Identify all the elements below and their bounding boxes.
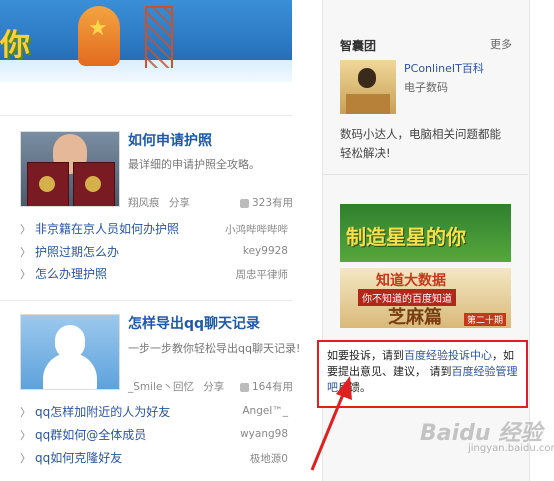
annotation-arrow-icon — [310, 376, 352, 471]
ad-title: 芝麻篇 — [388, 307, 442, 328]
related-author[interactable]: Angel™_ — [210, 405, 288, 417]
related-link[interactable]: 〉非京籍在京人员如何办护照 — [20, 220, 179, 237]
team-title: 智囊团 — [340, 39, 377, 53]
more-link[interactable]: 更多 — [490, 36, 512, 52]
chevron-right-icon: 〉 — [20, 452, 31, 465]
ad-issue: 第二十期 — [464, 313, 507, 326]
avatar-person — [358, 68, 376, 88]
avatar-desk — [346, 94, 390, 114]
divider — [0, 115, 292, 116]
card-meta: 翔风痕 分享 — [128, 195, 190, 210]
chevron-right-icon: 〉 — [20, 246, 31, 259]
share-link[interactable]: 分享 — [203, 381, 224, 393]
related-link[interactable]: 〉护照过期怎么办 — [20, 243, 119, 260]
card-title-link[interactable]: 怎样导出qq聊天记录 — [128, 313, 260, 333]
complaint-center-link[interactable]: 百度经验投诉中心 — [404, 349, 492, 362]
qq-body-icon — [43, 353, 97, 389]
emblem-icon — [85, 176, 101, 192]
card-meta: _Smile丶回忆 分享 — [128, 379, 224, 394]
card-thumbnail[interactable] — [20, 314, 120, 390]
chevron-right-icon: 〉 — [20, 429, 31, 442]
useful-count[interactable]: 323有用 — [240, 195, 293, 210]
related-author[interactable]: 小鸿哔哔哔哔 — [210, 222, 288, 237]
banner-ad[interactable]: ★ 你 — [0, 0, 292, 82]
related-link[interactable]: 〉 qq如何克隆好友 — [20, 449, 122, 466]
banner-text: 你 — [0, 28, 30, 63]
divider — [0, 300, 292, 301]
team-avatar[interactable] — [340, 60, 396, 114]
star-icon: ★ — [88, 16, 108, 41]
related-link[interactable]: 〉 qq群如何@全体成员 — [20, 426, 146, 443]
chevron-right-icon: 〉 — [20, 223, 31, 236]
related-author[interactable]: wyang98 — [210, 428, 288, 440]
related-author[interactable]: key9928 — [210, 245, 288, 257]
team-name-link[interactable]: PConlineIT百科 — [404, 60, 484, 76]
watermark-url: jingyan.baidu.com — [468, 443, 554, 454]
card-description: 最详细的申请护照全攻略。 — [128, 158, 260, 171]
card-description: 一步一步教你轻松导出qq聊天记录! — [128, 342, 301, 355]
team-category: 电子数码 — [404, 81, 448, 94]
related-link[interactable]: 〉 qq怎样加附近的人为好友 — [20, 403, 170, 420]
chevron-right-icon: 〉 — [20, 406, 31, 419]
useful-count[interactable]: 164有用 — [240, 379, 293, 394]
chevron-right-icon: 〉 — [20, 268, 31, 281]
card-thumbnail[interactable] — [20, 131, 120, 207]
ad-text: 制造星星的你 — [346, 225, 466, 249]
related-author[interactable]: 周忠平律师 — [210, 267, 289, 282]
related-link[interactable]: 〉怎么办理护照 — [20, 265, 107, 282]
ad-headline: 知道大数据 — [376, 273, 446, 289]
team-description: 数码小达人，电脑相关问题都能轻松解决! — [340, 127, 501, 160]
emblem-icon — [39, 176, 55, 192]
thumbs-up-icon — [240, 198, 249, 208]
ad-banner-zhidao[interactable]: 知道大数据 你不知道的百度知道 芝麻篇 第二十期 — [340, 268, 511, 328]
author-link[interactable]: 翔风痕 — [128, 197, 160, 209]
author-link[interactable]: _Smile丶回忆 — [128, 381, 194, 393]
divider — [322, 174, 528, 175]
thumbs-up-icon — [240, 382, 249, 392]
ad-banner-star[interactable]: 制造星星的你 — [340, 204, 511, 262]
tower-graphic — [145, 6, 173, 68]
related-author[interactable]: 极地源0 — [210, 451, 288, 466]
card-title-link[interactable]: 如何申请护照 — [128, 130, 212, 150]
share-link[interactable]: 分享 — [169, 197, 190, 209]
